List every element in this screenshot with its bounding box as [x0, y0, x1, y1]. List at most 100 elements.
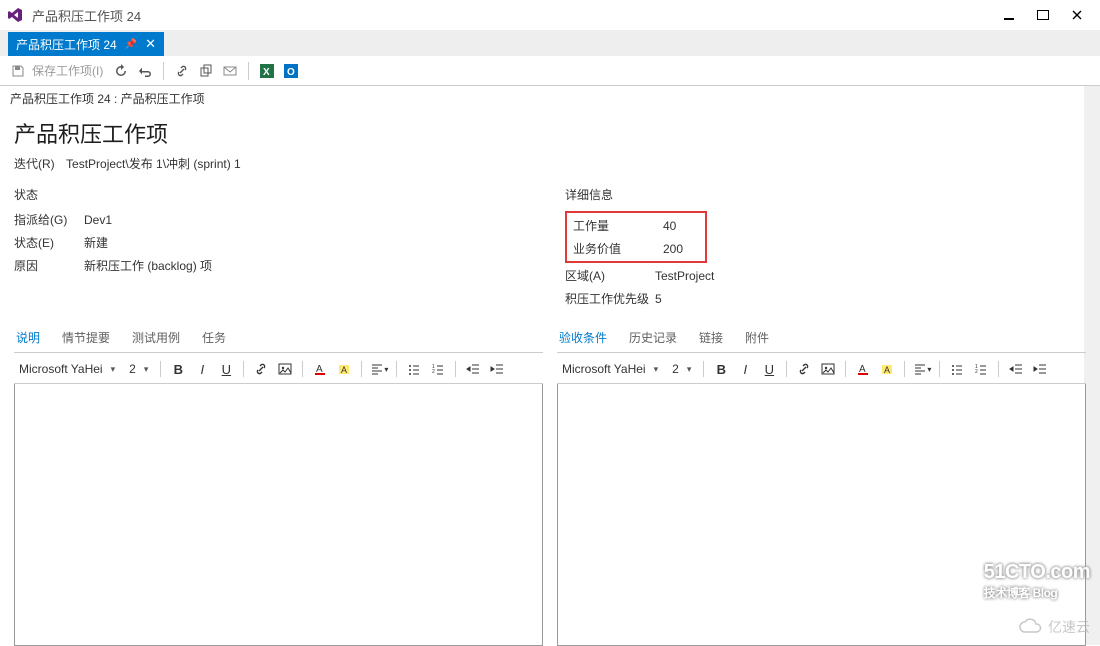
link-button[interactable] — [794, 359, 814, 379]
outdent-button[interactable] — [1006, 359, 1026, 379]
state-label: 状态(E) — [14, 234, 84, 251]
link-icon[interactable] — [172, 61, 192, 81]
iteration-row: 迭代(R) TestProject\发布 1\冲刺 (sprint) 1 — [14, 155, 1086, 172]
details-header: 详细信息 — [565, 186, 1086, 203]
align-left-button[interactable]: ▾ — [912, 359, 932, 379]
assigned-label: 指派给(G) — [14, 211, 84, 228]
minimize-button[interactable] — [992, 2, 1026, 28]
email-icon[interactable] — [220, 61, 240, 81]
indent-button[interactable] — [487, 359, 507, 379]
svg-text:2: 2 — [432, 369, 435, 375]
tab-history[interactable]: 历史记录 — [627, 327, 679, 348]
save-workitem-label[interactable]: 保存工作项(I) — [32, 62, 103, 79]
highlight-button[interactable]: A — [334, 359, 354, 379]
tab-testcases[interactable]: 测试用例 — [130, 327, 182, 348]
bullet-list-button[interactable] — [404, 359, 424, 379]
svg-text:X: X — [263, 67, 270, 78]
assigned-value[interactable]: Dev1 — [84, 213, 112, 227]
number-list-button[interactable]: 12 — [428, 359, 448, 379]
font-color-button[interactable]: A — [310, 359, 330, 379]
tab-tasks[interactable]: 任务 — [200, 327, 228, 348]
font-size-dropdown[interactable]: 2▾ — [124, 360, 153, 378]
outdent-button[interactable] — [463, 359, 483, 379]
bullet-list-button[interactable] — [947, 359, 967, 379]
acceptance-editor[interactable] — [557, 384, 1086, 646]
tab-workitem-24[interactable]: 产品积压工作项 24 📌 ✕ — [8, 32, 164, 56]
bold-button[interactable]: B — [711, 359, 731, 379]
priority-label: 积压工作优先级 — [565, 290, 655, 307]
chevron-down-icon: ▾ — [687, 364, 692, 375]
underline-button[interactable]: U — [759, 359, 779, 379]
copy-icon[interactable] — [196, 61, 216, 81]
bold-button[interactable]: B — [168, 359, 188, 379]
tab-description[interactable]: 说明 — [14, 327, 42, 348]
font-family-dropdown[interactable]: Microsoft YaHei▾ — [14, 360, 120, 378]
iteration-value[interactable]: TestProject\发布 1\冲刺 (sprint) 1 — [66, 157, 241, 171]
page-title: 产品积压工作项 — [14, 117, 1086, 149]
bizvalue-value[interactable]: 200 — [663, 242, 699, 256]
area-value[interactable]: TestProject — [655, 269, 714, 283]
titlebar: 产品积压工作项 24 — [0, 0, 1100, 30]
document-tabbar: 产品积压工作项 24 📌 ✕ — [0, 30, 1100, 56]
left-detail-tabs: 说明 情节提要 测试用例 任务 — [14, 327, 543, 353]
toolbar-separator — [163, 62, 164, 80]
image-button[interactable] — [275, 359, 295, 379]
state-value[interactable]: 新建 — [84, 234, 108, 251]
status-header: 状态 — [14, 186, 535, 203]
highlight-button[interactable]: A — [877, 359, 897, 379]
effort-label: 工作量 — [573, 217, 663, 234]
area-label: 区域(A) — [565, 267, 655, 284]
cloud-icon — [1018, 618, 1044, 636]
tab-attachments[interactable]: 附件 — [743, 327, 771, 348]
outlook-icon[interactable]: O — [281, 61, 301, 81]
highlighted-fields: 工作量40 业务价值200 — [565, 211, 707, 263]
svg-text:A: A — [884, 365, 890, 375]
status-section: 状态 指派给(G)Dev1 状态(E)新建 原因新积压工作 (backlog) … — [14, 186, 535, 313]
reason-value[interactable]: 新积压工作 (backlog) 项 — [84, 257, 212, 274]
close-button[interactable] — [1060, 2, 1094, 28]
tab-close-icon[interactable]: ✕ — [145, 36, 156, 52]
right-detail-tabs: 验收条件 历史记录 链接 附件 — [557, 327, 1086, 353]
toolbar-separator — [248, 62, 249, 80]
italic-button[interactable]: I — [735, 359, 755, 379]
number-list-button[interactable]: 12 — [971, 359, 991, 379]
font-color-button[interactable]: A — [853, 359, 873, 379]
watermark-yisu: 亿速云 — [1018, 617, 1090, 637]
bizvalue-label: 业务价值 — [573, 240, 663, 257]
svg-text:2: 2 — [975, 369, 978, 375]
effort-value[interactable]: 40 — [663, 219, 699, 233]
vs-logo-icon — [6, 6, 24, 24]
svg-text:A: A — [341, 365, 347, 375]
indent-button[interactable] — [1030, 359, 1050, 379]
window-controls — [992, 2, 1094, 28]
tab-storyboard[interactable]: 情节提要 — [60, 327, 112, 348]
watermark-51cto: 51CTO.com 技术博客 Blog — [984, 561, 1090, 601]
underline-button[interactable]: U — [216, 359, 236, 379]
excel-icon[interactable]: X — [257, 61, 277, 81]
link-button[interactable] — [251, 359, 271, 379]
refresh-icon[interactable] — [111, 61, 131, 81]
right-editor-toolbar: Microsoft YaHei▾ 2▾ B I U A A ▾ 12 — [557, 353, 1086, 384]
pin-icon[interactable]: 📌 — [125, 39, 137, 50]
chevron-down-icon: ▾ — [654, 364, 659, 375]
save-icon[interactable] — [8, 61, 28, 81]
font-size-dropdown[interactable]: 2▾ — [667, 360, 696, 378]
description-editor[interactable] — [14, 384, 543, 646]
chevron-down-icon: ▾ — [144, 364, 149, 375]
priority-value[interactable]: 5 — [655, 292, 662, 306]
tab-links[interactable]: 链接 — [697, 327, 725, 348]
tab-acceptance[interactable]: 验收条件 — [557, 327, 609, 348]
window-title: 产品积压工作项 24 — [32, 6, 992, 25]
reason-label: 原因 — [14, 257, 84, 274]
left-editor-column: 说明 情节提要 测试用例 任务 Microsoft YaHei▾ 2▾ B I … — [14, 313, 543, 646]
font-family-dropdown[interactable]: Microsoft YaHei▾ — [557, 360, 663, 378]
align-left-button[interactable]: ▾ — [369, 359, 389, 379]
iteration-label: 迭代(R) — [14, 157, 55, 171]
breadcrumb: 产品积压工作项 24 : 产品积压工作项 — [0, 86, 1100, 111]
chevron-down-icon: ▾ — [111, 364, 116, 375]
image-button[interactable] — [818, 359, 838, 379]
content-area: 产品积压工作项 迭代(R) TestProject\发布 1\冲刺 (sprin… — [0, 111, 1100, 646]
undo-icon[interactable] — [135, 61, 155, 81]
italic-button[interactable]: I — [192, 359, 212, 379]
maximize-button[interactable] — [1026, 2, 1060, 28]
